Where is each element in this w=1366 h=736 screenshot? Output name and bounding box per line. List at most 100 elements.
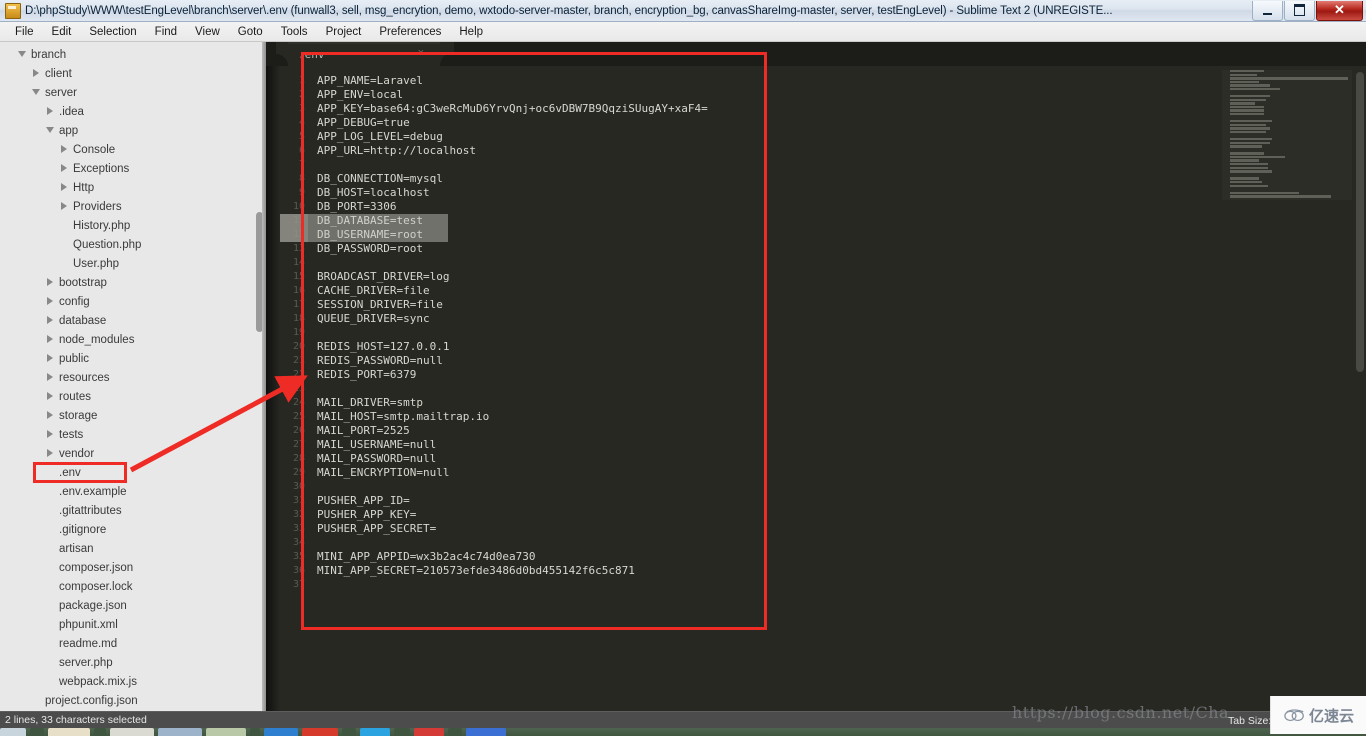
code-line[interactable]	[317, 480, 1366, 494]
code-text[interactable]: APP_NAME=Laravel APP_ENV=local APP_KEY=bas…	[317, 66, 1366, 711]
code-line[interactable]: APP_KEY=base64:gC3weRcMuD6YrvQnj+oc6vDBW…	[317, 102, 1366, 116]
sidebar-item-env-example[interactable]: .env.example	[0, 482, 266, 501]
sidebar-item-providers[interactable]: Providers	[0, 197, 266, 216]
code-line[interactable]: REDIS_HOST=127.0.0.1	[317, 340, 1366, 354]
tab-env[interactable]: .env ×	[276, 42, 454, 66]
taskbar-item[interactable]	[264, 728, 298, 736]
sidebar-item-history-php[interactable]: History.php	[0, 216, 266, 235]
sidebar-item-bootstrap[interactable]: bootstrap	[0, 273, 266, 292]
chevron-right-icon[interactable]	[60, 202, 69, 211]
sidebar-item-tests[interactable]: tests	[0, 425, 266, 444]
menu-item-project[interactable]: Project	[317, 24, 371, 40]
taskbar-item[interactable]	[30, 728, 44, 736]
editor-scrollbar[interactable]	[1356, 72, 1364, 372]
sidebar-item-project-config-json[interactable]: project.config.json	[0, 691, 266, 710]
taskbar-item[interactable]	[250, 728, 260, 736]
sidebar-item-env[interactable]: .env	[0, 463, 266, 482]
sidebar-item-exceptions[interactable]: Exceptions	[0, 159, 266, 178]
code-area[interactable]: 1 2 3 4 5 6 7 8 9 10 11 12 13 14 15 16 17 18 19 20 21 22 23 24 2…	[280, 66, 1366, 711]
code-line[interactable]: DB_CONNECTION=mysql	[317, 172, 1366, 186]
code-line[interactable]: PUSHER_APP_ID=	[317, 494, 1366, 508]
code-line[interactable]: MAIL_USERNAME=null	[317, 438, 1366, 452]
editor-pane[interactable]: .env × 1 2 3 4 5 6 7 8 9 10 11 12 13 14 15 16 17 18 19 20 21…	[266, 42, 1366, 711]
sidebar-item-package-json[interactable]: package.json	[0, 596, 266, 615]
chevron-right-icon[interactable]	[46, 316, 55, 325]
sidebar-item-vendor[interactable]: vendor	[0, 444, 266, 463]
code-line[interactable]: QUEUE_DRIVER=sync	[317, 312, 1366, 326]
taskbar-item[interactable]	[466, 728, 506, 736]
chevron-right-icon[interactable]	[46, 278, 55, 287]
sidebar-item-app[interactable]: app	[0, 121, 266, 140]
code-line[interactable]: APP_ENV=local	[317, 88, 1366, 102]
code-line[interactable]: CACHE_DRIVER=file	[317, 284, 1366, 298]
minimap[interactable]	[1222, 70, 1352, 200]
code-line[interactable]	[317, 382, 1366, 396]
sidebar-item-branch[interactable]: branch	[0, 45, 266, 64]
code-line[interactable]: REDIS_PORT=6379	[317, 368, 1366, 382]
minimize-button[interactable]	[1252, 0, 1283, 21]
chevron-right-icon[interactable]	[32, 69, 41, 78]
sidebar-item-server[interactable]: server	[0, 83, 266, 102]
sidebar-item-node-modules[interactable]: node_modules	[0, 330, 266, 349]
code-line[interactable]: BROADCAST_DRIVER=log	[317, 270, 1366, 284]
code-line[interactable]: DB_PASSWORD=root	[317, 242, 1366, 256]
sidebar-item-question-php[interactable]: Question.php	[0, 235, 266, 254]
chevron-right-icon[interactable]	[46, 373, 55, 382]
sidebar-item-composer-json[interactable]: composer.json	[0, 558, 266, 577]
chevron-down-icon[interactable]	[18, 50, 27, 59]
menu-item-tools[interactable]: Tools	[272, 24, 317, 40]
chevron-right-icon[interactable]	[46, 297, 55, 306]
sidebar-item-config[interactable]: config	[0, 292, 266, 311]
menu-item-find[interactable]: Find	[146, 24, 186, 40]
sidebar-item-resources[interactable]: resources	[0, 368, 266, 387]
code-line[interactable]: APP_NAME=Laravel	[317, 74, 1366, 88]
chevron-right-icon[interactable]	[46, 449, 55, 458]
sidebar-item-composer-lock[interactable]: composer.lock	[0, 577, 266, 596]
code-line[interactable]	[317, 256, 1366, 270]
chevron-right-icon[interactable]	[60, 183, 69, 192]
taskbar-item[interactable]	[94, 728, 106, 736]
chevron-right-icon[interactable]	[46, 430, 55, 439]
chevron-right-icon[interactable]	[60, 164, 69, 173]
sidebar-item-public[interactable]: public	[0, 349, 266, 368]
chevron-down-icon[interactable]	[46, 126, 55, 135]
close-icon[interactable]: ×	[418, 48, 424, 59]
code-line[interactable]: MAIL_HOST=smtp.mailtrap.io	[317, 410, 1366, 424]
code-line[interactable]	[317, 578, 1366, 592]
code-line[interactable]	[317, 536, 1366, 550]
code-line[interactable]: PUSHER_APP_SECRET=	[317, 522, 1366, 536]
code-line[interactable]	[317, 158, 1366, 172]
code-line[interactable]: DB_DATABASE=test	[317, 214, 1366, 228]
chevron-down-icon[interactable]	[32, 88, 41, 97]
sidebar-file-tree[interactable]: branch client server .idea app Console Excepti…	[0, 42, 266, 711]
code-line[interactable]: MINI_APP_SECRET=210573efde3486d0bd455142…	[317, 564, 1366, 578]
sidebar-item-phpunit-xml[interactable]: phpunit.xml	[0, 615, 266, 634]
taskbar-item[interactable]	[448, 728, 462, 736]
windows-taskbar[interactable]	[0, 728, 1366, 736]
code-line[interactable]: PUSHER_APP_KEY=	[317, 508, 1366, 522]
code-line[interactable]: APP_URL=http://localhost	[317, 144, 1366, 158]
code-line[interactable]: APP_DEBUG=true	[317, 116, 1366, 130]
taskbar-item[interactable]	[0, 728, 26, 736]
sidebar-item-client[interactable]: client	[0, 64, 266, 83]
taskbar-item[interactable]	[302, 728, 338, 736]
menu-item-edit[interactable]: Edit	[43, 24, 81, 40]
sidebar-item-routes[interactable]: routes	[0, 387, 266, 406]
sidebar-item-artisan[interactable]: artisan	[0, 539, 266, 558]
code-line[interactable]: MAIL_DRIVER=smtp	[317, 396, 1366, 410]
taskbar-item[interactable]	[110, 728, 154, 736]
menu-item-preferences[interactable]: Preferences	[370, 24, 450, 40]
code-line[interactable]: REDIS_PASSWORD=null	[317, 354, 1366, 368]
code-line[interactable]: MAIL_PASSWORD=null	[317, 452, 1366, 466]
menu-item-help[interactable]: Help	[450, 24, 492, 40]
code-line[interactable]: APP_LOG_LEVEL=debug	[317, 130, 1366, 144]
sidebar-item-gitattributes[interactable]: .gitattributes	[0, 501, 266, 520]
code-line[interactable]: MAIL_PORT=2525	[317, 424, 1366, 438]
sidebar-item-user-php[interactable]: User.php	[0, 254, 266, 273]
taskbar-item[interactable]	[342, 728, 356, 736]
menu-item-file[interactable]: File	[6, 24, 43, 40]
taskbar-item[interactable]	[360, 728, 390, 736]
menu-item-goto[interactable]: Goto	[229, 24, 272, 40]
chevron-right-icon[interactable]	[46, 107, 55, 116]
code-line[interactable]: DB_USERNAME=root	[317, 228, 1366, 242]
